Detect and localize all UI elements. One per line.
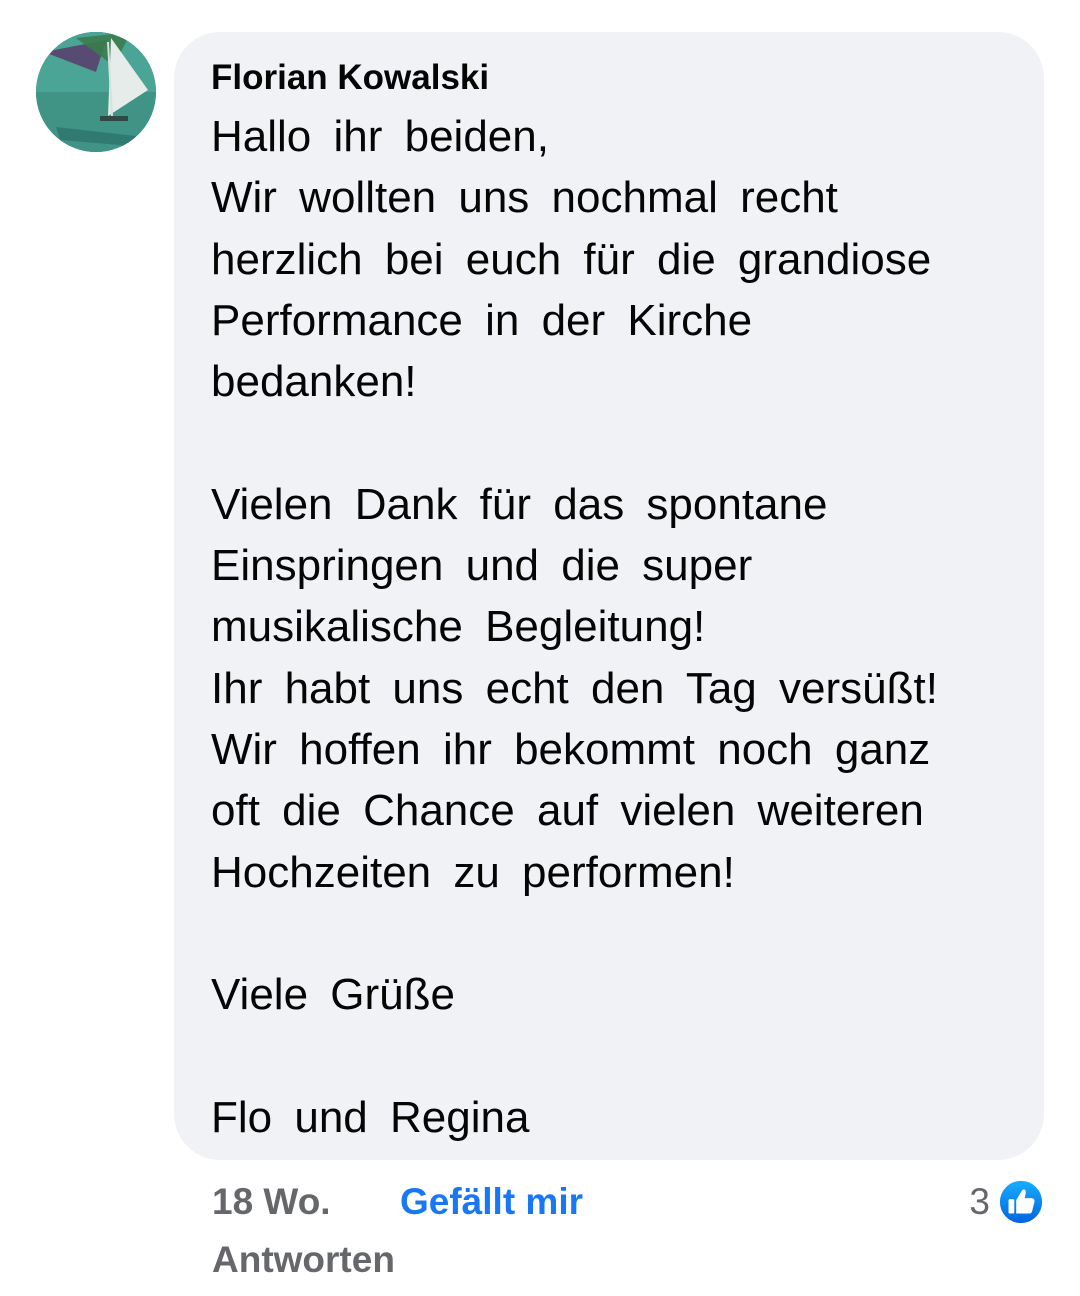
thumbs-up-icon bbox=[998, 1179, 1044, 1225]
comment-line: oft die Chance auf vielen weiteren bbox=[211, 786, 924, 836]
comment-line: Wir wollten uns nochmal recht bbox=[211, 173, 838, 223]
comment-line: bedanken! bbox=[211, 357, 417, 407]
comment-bubble: Florian Kowalski Hallo ihr beiden, Wir wo… bbox=[174, 32, 1044, 1160]
comment-line: herzlich bei euch für die grandiose bbox=[211, 234, 932, 284]
avatar[interactable] bbox=[36, 32, 156, 152]
comment-line: Flo und Regina bbox=[211, 1092, 530, 1142]
comment-line: Ihr habt uns echt den Tag versüßt! bbox=[211, 663, 938, 713]
comment-timestamp[interactable]: 18 Wo. bbox=[212, 1181, 331, 1222]
reaction-summary[interactable]: 3 bbox=[969, 1176, 1044, 1228]
reaction-count: 3 bbox=[969, 1181, 990, 1222]
comment-author[interactable]: Florian Kowalski bbox=[211, 56, 1008, 100]
avatar-image bbox=[36, 32, 156, 152]
reply-button[interactable]: Antworten bbox=[212, 1234, 395, 1286]
comment-meta-row: 18 Wo. bbox=[212, 1176, 331, 1228]
comment-blank-line bbox=[211, 903, 1008, 964]
like-button[interactable]: Gefällt mir bbox=[400, 1176, 583, 1228]
comment-line: Hochzeiten zu performen! bbox=[211, 847, 735, 897]
comment-blank-line bbox=[211, 1025, 1008, 1086]
comment-line: Einspringen und die super bbox=[211, 541, 753, 591]
comment-blank-line bbox=[211, 412, 1008, 473]
comment-line: Wir hoffen ihr bekommt noch ganz bbox=[211, 724, 931, 774]
comment-line: Performance in der Kirche bbox=[211, 295, 753, 345]
comment-line: Vielen Dank für das spontane bbox=[211, 479, 828, 529]
comment-footer: 18 Wo. Gefällt mir Antworten 3 bbox=[212, 1176, 1044, 1296]
comment-line: Hallo ihr beiden, bbox=[211, 112, 549, 161]
comment-line: musikalische Begleitung! bbox=[211, 602, 706, 652]
comment-line: Viele Grüße bbox=[211, 970, 455, 1020]
comment-text: Hallo ihr beiden, Wir wollten uns nochmal… bbox=[211, 106, 1008, 1148]
